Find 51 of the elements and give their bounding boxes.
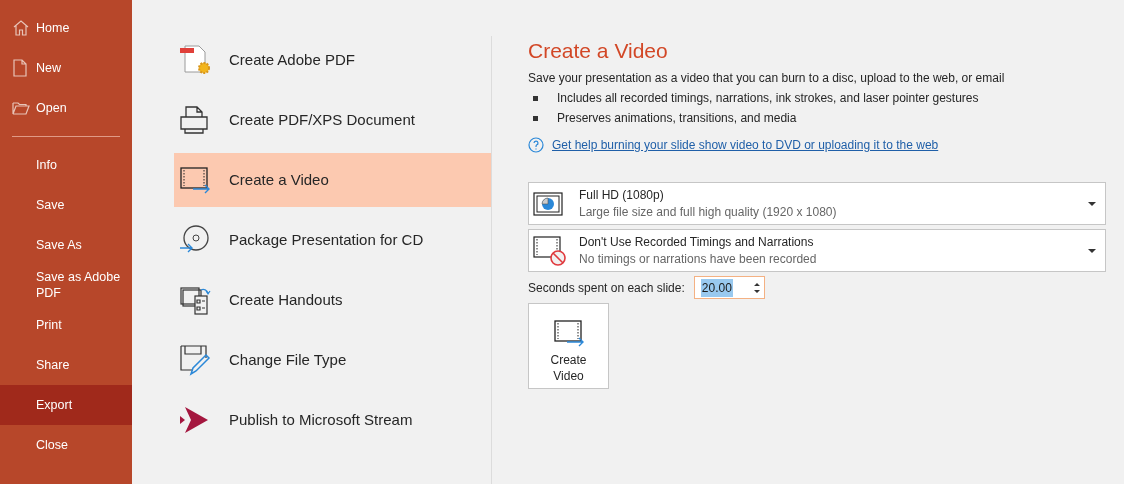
bullet-text: Includes all recorded timings, narrations, ink strokes, and laser pointer gestures <box>557 90 979 106</box>
bullet-icon <box>533 95 538 101</box>
bullet-text: Preserves animations, transitions, and media <box>557 110 797 126</box>
sidebar-item[interactable]: Save As <box>0 225 132 265</box>
sidebar-item[interactable]: Info <box>0 145 132 185</box>
export-option[interactable]: Package Presentation for CD <box>174 213 491 267</box>
sidebar-item[interactable]: New <box>0 48 132 88</box>
sidebar-item[interactable]: Share <box>0 345 132 385</box>
sidebar-item[interactable]: Print <box>0 305 132 345</box>
export-option[interactable]: Create Adobe PDF <box>174 33 491 87</box>
sidebar-item[interactable]: Open <box>0 88 132 128</box>
monitor-chart-icon <box>533 191 563 216</box>
folder-icon <box>12 101 30 115</box>
option-subtitle: No timings or narrations have been recorded <box>579 250 818 268</box>
home-icon <box>12 19 30 37</box>
option-subtitle: Large file size and full high quality (1920 x 1080) <box>579 203 838 221</box>
seconds-value: 20.00 <box>700 278 733 297</box>
document-gear-icon <box>179 44 213 76</box>
export-option[interactable]: Change File Type <box>174 333 491 387</box>
bullet-icon <box>533 115 538 121</box>
document-icon <box>12 59 28 77</box>
handouts-icon <box>179 284 211 316</box>
export-option[interactable]: Create a Video <box>174 153 491 207</box>
dropdown[interactable]: Full HD (1080p) Large file size and full high quality (1920 x 1080) <box>528 182 1106 225</box>
option-title: Full HD (1080p) <box>579 186 665 204</box>
dropdown[interactable]: Don't Use Recorded Timings and Narrations No timings or narrations have been recorded <box>528 229 1106 272</box>
seconds-field[interactable]: 20.00 <box>693 276 765 299</box>
export-option[interactable]: Create Handouts <box>174 273 491 327</box>
create-video-button[interactable]: Create Video <box>528 303 609 389</box>
printer-icon <box>179 105 209 135</box>
sidebar-item[interactable]: Export <box>0 385 132 425</box>
sidebar-item[interactable]: Home <box>0 8 132 48</box>
seconds-label: Seconds spent on each slide: <box>528 279 685 297</box>
panel-title: Create a Video <box>528 38 669 64</box>
sidebar-item[interactable]: Save <box>0 185 132 225</box>
film-arrow-icon <box>179 165 211 195</box>
stream-icon <box>179 406 209 434</box>
film-blocked-icon <box>533 234 567 267</box>
spinner-icon <box>752 280 761 295</box>
sidebar-item[interactable]: Close <box>0 425 132 465</box>
option-title: Don't Use Recorded Timings and Narrations <box>579 233 815 251</box>
caret-icon <box>1088 248 1096 253</box>
export-option[interactable]: Create PDF/XPS Document <box>174 93 491 147</box>
sidebar-item[interactable]: Save as Adobe PDF <box>0 265 132 305</box>
file-pencil-icon <box>179 344 211 376</box>
help-icon <box>528 137 544 153</box>
export-option[interactable]: Publish to Microsoft Stream <box>174 393 491 447</box>
description-text: Save your presentation as a video that you can burn to a disc, upload to the web, or email <box>528 70 1006 86</box>
caret-icon <box>1088 201 1096 206</box>
film-arrow-icon <box>552 318 585 348</box>
help-link[interactable]: Get help burning your slide show video to DVD or uploading it to the web <box>552 136 939 154</box>
